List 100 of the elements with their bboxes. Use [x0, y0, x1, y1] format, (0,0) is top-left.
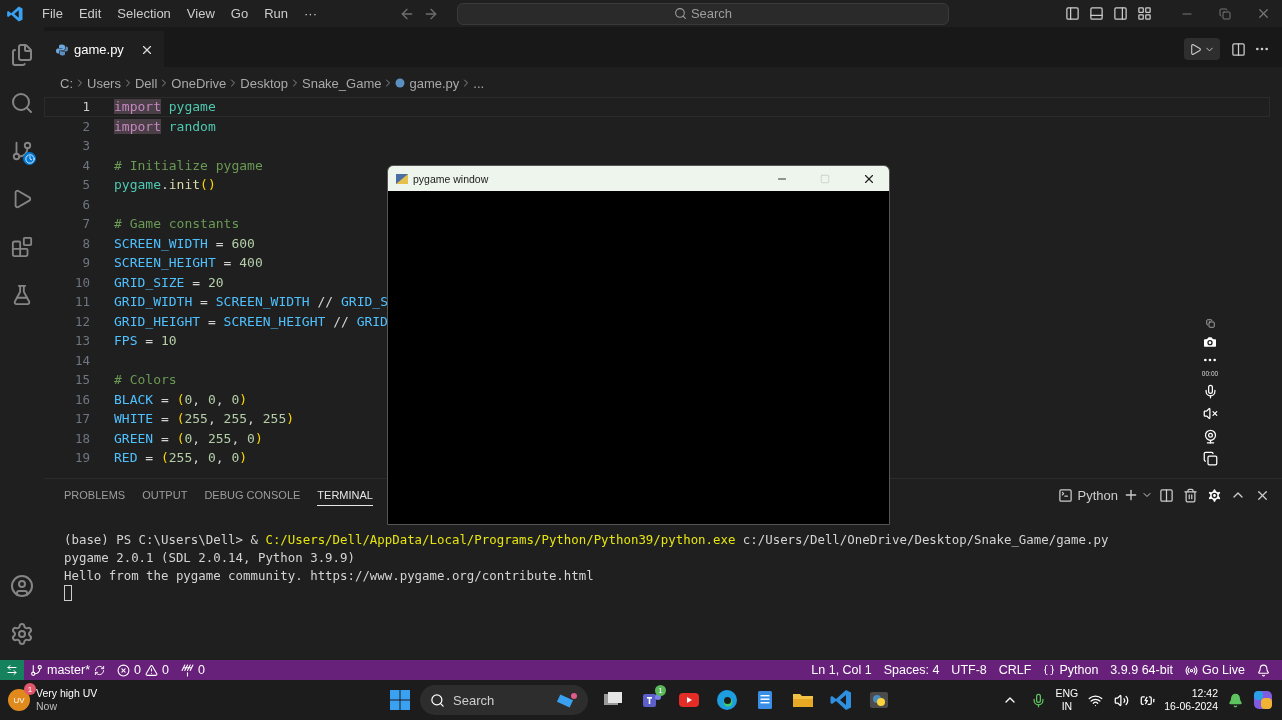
- browser-icon[interactable]: [715, 688, 739, 712]
- line-number: 6: [81, 196, 90, 212]
- code-line: pygame.init(): [114, 177, 216, 193]
- code-line: RED = (255, 0, 0): [114, 450, 248, 466]
- line-number: 9: [81, 255, 90, 271]
- search-icon: [430, 692, 445, 708]
- problems-status[interactable]: 0 0: [111, 663, 175, 677]
- indentation-status[interactable]: Spaces: 4: [877, 663, 946, 677]
- menu-item[interactable]: Edit: [70, 6, 110, 21]
- broadcast-icon: [1184, 663, 1198, 677]
- code-line: # Initialize pygame: [114, 157, 263, 173]
- panel-tab[interactable]: TERMINAL: [317, 484, 373, 506]
- assistant-icon[interactable]: [1252, 689, 1274, 711]
- terminal-line: pygame 2.0.1 (SDL 2.0.14, Python 3.9.9): [64, 549, 356, 567]
- code-line: GRID_SIZE = 20: [114, 274, 224, 290]
- panel-tab[interactable]: DEBUG CONSOLE: [204, 484, 301, 506]
- code-line: SCREEN_WIDTH = 600: [114, 235, 255, 251]
- code-line: BLACK = (0, 0, 0): [114, 391, 248, 407]
- code-line: FPS = 10: [114, 333, 177, 349]
- keyboard-language[interactable]: ENG IN: [1055, 687, 1079, 713]
- branch-icon: [30, 663, 43, 677]
- ports-status[interactable]: 0: [175, 663, 211, 677]
- code-line: GRID_HEIGHT = SCREEN_HEIGHT // GRID: [114, 313, 388, 329]
- breadcrumb-item[interactable]: Users: [87, 75, 121, 91]
- line-ending-status[interactable]: CRLF: [992, 663, 1038, 677]
- breadcrumb-item[interactable]: C:: [60, 75, 73, 91]
- clock[interactable]: 12:42 16-06-2024: [1164, 687, 1218, 713]
- line-number: 10: [73, 274, 90, 290]
- code-line: GREEN = (0, 255, 0): [114, 430, 263, 446]
- menu-item[interactable]: File: [34, 6, 71, 21]
- start-icon[interactable]: [390, 690, 410, 710]
- line-number: 3: [81, 138, 90, 154]
- encoding-status[interactable]: UTF-8: [945, 663, 993, 677]
- breadcrumb-item[interactable]: Desktop: [240, 75, 288, 91]
- search-field[interactable]: Search: [457, 2, 949, 25]
- speaker-muted-icon[interactable]: [1201, 405, 1219, 421]
- remote-icon: [6, 664, 18, 676]
- play-icon: [1189, 42, 1202, 56]
- code-line: SCREEN_HEIGHT = 400: [114, 255, 263, 271]
- warning-icon: [145, 663, 159, 677]
- terminal-cursor: [64, 585, 72, 601]
- notification-badge: 1: [24, 683, 36, 695]
- terminal-profile[interactable]: Python: [1057, 487, 1118, 503]
- line-number: 2: [81, 118, 90, 134]
- remote-button[interactable]: [0, 660, 24, 680]
- code-editor-icon[interactable]: [829, 688, 853, 712]
- weather-title: Very high UV: [36, 687, 98, 700]
- more-icon[interactable]: [1201, 356, 1219, 364]
- line-number: 12: [73, 313, 90, 329]
- search-icon: [673, 7, 687, 20]
- line-number: 16: [73, 391, 90, 407]
- run-button[interactable]: [1184, 38, 1220, 60]
- menu-item[interactable]: ···: [296, 6, 325, 21]
- notification-badge: 1: [655, 685, 666, 696]
- editor-tab[interactable]: game.py: [44, 31, 164, 67]
- line-number: 4: [81, 157, 90, 173]
- menu-item[interactable]: Run: [256, 6, 296, 21]
- breadcrumb-item[interactable]: game.py: [395, 75, 460, 91]
- interpreter-status[interactable]: 3.9.9 64-bit: [1104, 663, 1179, 677]
- menu-item[interactable]: Selection: [109, 6, 179, 21]
- panel-tab[interactable]: PROBLEMS: [64, 484, 126, 506]
- python-file-icon: [56, 43, 68, 56]
- app-logo-icon: [6, 4, 24, 23]
- code-line: # Colors: [114, 372, 177, 388]
- breadcrumb-item[interactable]: Dell: [134, 75, 158, 91]
- code-line: # Game constants: [114, 216, 240, 232]
- line-number: 11: [73, 294, 90, 310]
- panel-tab[interactable]: OUTPUT: [142, 484, 188, 506]
- screen-icon[interactable]: [1204, 318, 1216, 328]
- windows-icon[interactable]: [1201, 451, 1219, 465]
- line-number: 18: [73, 430, 90, 446]
- menu-item[interactable]: Go: [222, 6, 257, 21]
- cursor-position[interactable]: Ln 1, Col 1: [805, 663, 878, 677]
- window-icon: [396, 173, 408, 184]
- menu-item[interactable]: View: [178, 6, 223, 21]
- line-number: 1: [81, 99, 90, 115]
- breadcrumb-item[interactable]: OneDrive: [171, 75, 227, 91]
- camera-icon[interactable]: [1201, 334, 1219, 350]
- terminal-line: Hello from the pygame community. https://www.pygame.org/contribute.html: [64, 567, 595, 585]
- line-number: 5: [81, 177, 90, 193]
- breadcrumb-item[interactable]: Snake_Game: [302, 75, 382, 91]
- code-line: GRID_WIDTH = SCREEN_WIDTH // GRID_S: [114, 294, 388, 310]
- line-number: 14: [73, 352, 90, 368]
- code-line: import pygame: [114, 99, 216, 115]
- search-highlight-icon: [556, 691, 578, 709]
- line-number: 15: [73, 372, 90, 388]
- antenna-icon: [181, 663, 194, 677]
- go-live-button[interactable]: Go Live: [1178, 663, 1251, 677]
- taskbar-search[interactable]: Search: [420, 685, 588, 715]
- line-number: 13: [73, 333, 90, 349]
- terminal-line: (base) PS C:\Users\Dell> & C:/Users/Dell/AppData/Local/Programs/Python/Python39/python.exe c:/Users/Dell/OneDrive/Desktop/Snake_Game/game.py: [64, 531, 1110, 549]
- braces-icon: [1043, 664, 1056, 676]
- line-number: 7: [81, 216, 90, 232]
- language-status[interactable]: Python: [1037, 663, 1105, 677]
- python-file-icon: [395, 78, 406, 88]
- line-number: 19: [73, 450, 90, 466]
- breadcrumb-item[interactable]: ...: [473, 75, 485, 91]
- sync-icon: [94, 664, 106, 676]
- account-icon[interactable]: [8, 572, 36, 600]
- branch-status[interactable]: master*: [24, 663, 112, 677]
